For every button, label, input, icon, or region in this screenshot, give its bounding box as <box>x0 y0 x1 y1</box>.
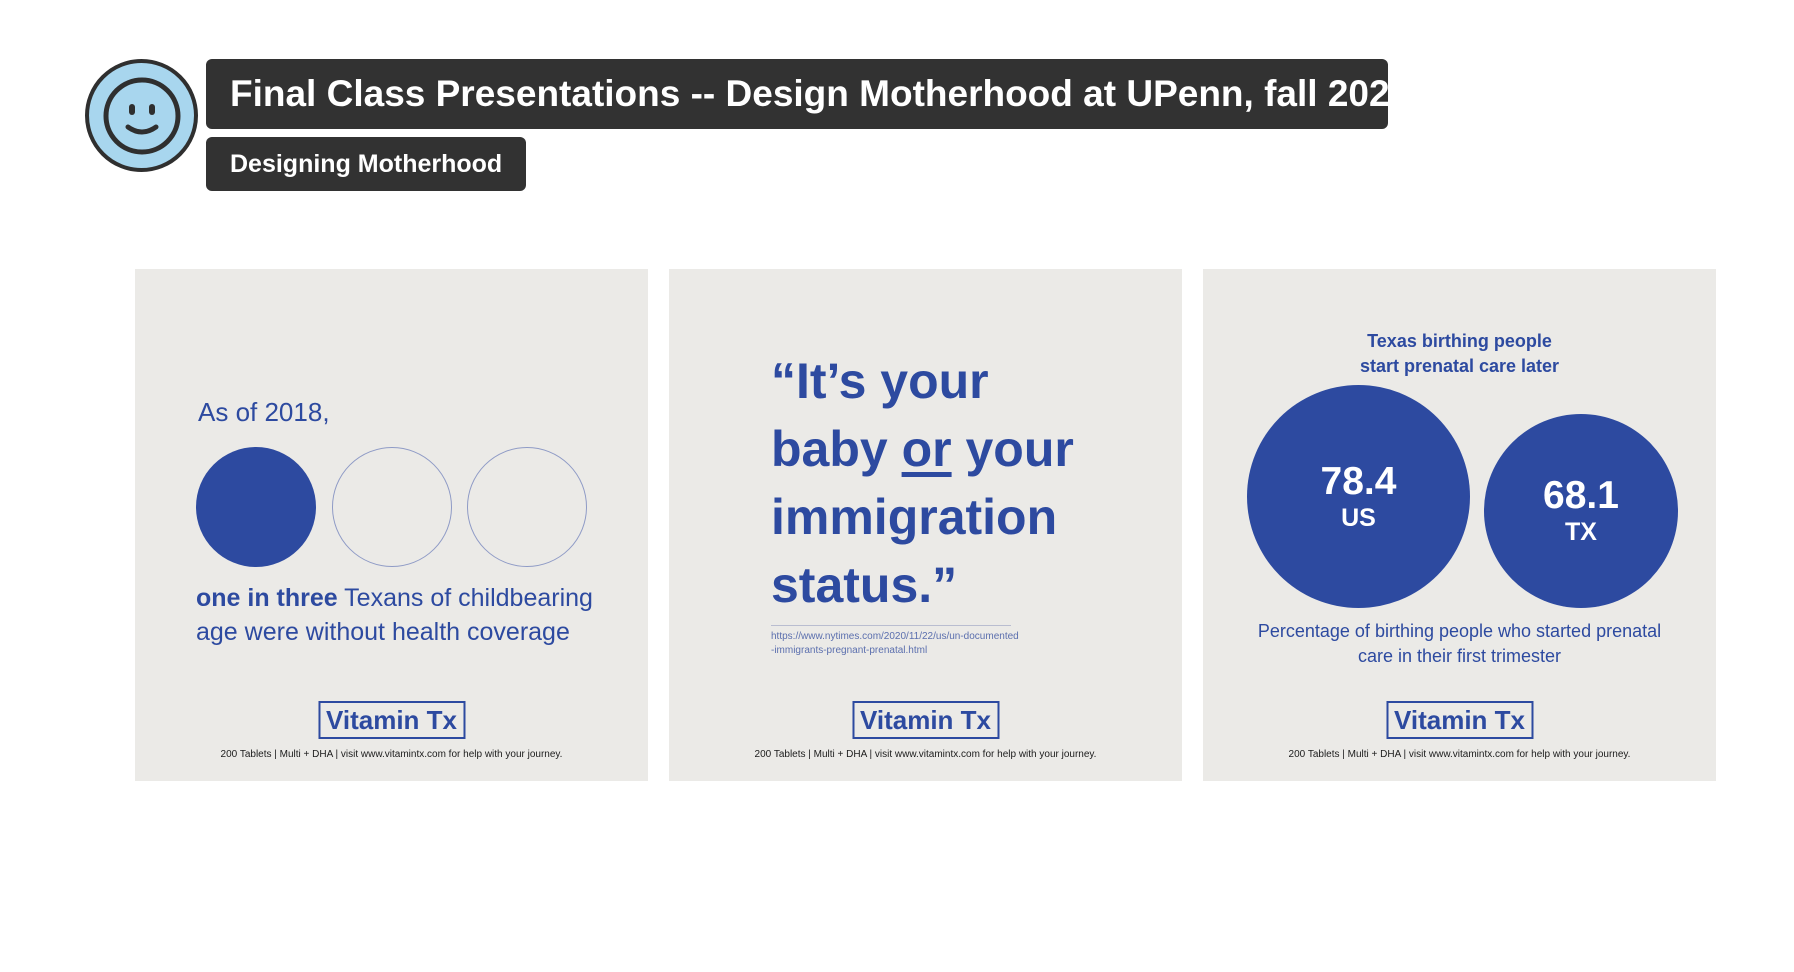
quote-fragment: your <box>951 421 1074 477</box>
slide-title: Texas birthing people start prenatal car… <box>1203 329 1716 379</box>
brand-tagline: 200 Tablets | Multi + DHA | visit www.vi… <box>220 749 563 760</box>
brand-logo: Vitamin Tx <box>851 701 1000 739</box>
slide-title-line: Texas birthing people <box>1367 331 1552 351</box>
highlight-text: one in three <box>196 584 338 612</box>
brand-logo: Vitamin Tx <box>1385 701 1534 739</box>
quote-line: baby or your <box>771 415 1171 483</box>
quote-emphasis: or <box>901 421 952 477</box>
channel-avatar[interactable] <box>85 59 198 172</box>
quote-fragment: baby <box>771 421 902 477</box>
quote-line: immigration <box>771 489 1058 545</box>
smiley-face-icon <box>103 77 180 154</box>
us-value: 78.4 <box>1320 459 1397 503</box>
quote-line: “It’s your <box>771 353 989 409</box>
slide-immigration-quote: “It’s your baby or your immigration stat… <box>669 269 1182 781</box>
coverage-statement: one in three Texans of childbearing age … <box>196 581 616 649</box>
empty-circle <box>467 447 587 567</box>
tx-value: 68.1 <box>1543 474 1619 517</box>
slide-prenatal-care: Texas birthing people start prenatal car… <box>1203 269 1716 781</box>
filled-circle <box>196 447 316 567</box>
tx-stat-circle: 68.1 TX <box>1484 414 1678 608</box>
stat-caption: Percentage of birthing people who starte… <box>1257 621 1662 666</box>
quote-text: “It’s your baby or your immigration stat… <box>771 347 1171 619</box>
brand-tagline: 200 Tablets | Multi + DHA | visit www.vi… <box>754 749 1097 760</box>
quote-line: status.” <box>771 557 958 613</box>
slide-title-line: start prenatal care later <box>1359 356 1560 376</box>
brand-tagline: 200 Tablets | Multi + DHA | visit www.vi… <box>1288 749 1631 760</box>
empty-circle <box>332 447 452 567</box>
presentation-stage: Final Class Presentations -- Design Moth… <box>0 0 1794 972</box>
channel-name[interactable]: Designing Motherhood <box>206 137 527 191</box>
us-stat-circle: 78.4 US <box>1247 385 1470 608</box>
slide-intro-text: As of 2018, <box>198 397 330 427</box>
us-label: US <box>1341 503 1376 532</box>
tx-label: TX <box>1565 518 1597 546</box>
video-title[interactable]: Final Class Presentations -- Design Moth… <box>206 59 1410 129</box>
brand-logo: Vitamin Tx <box>317 701 466 739</box>
slide-health-coverage: As of 2018, one in three Texans of child… <box>135 269 648 781</box>
divider <box>771 625 1011 626</box>
source-url: https://www.nytimes.com/2020/11/22/us/un… <box>771 631 1019 656</box>
